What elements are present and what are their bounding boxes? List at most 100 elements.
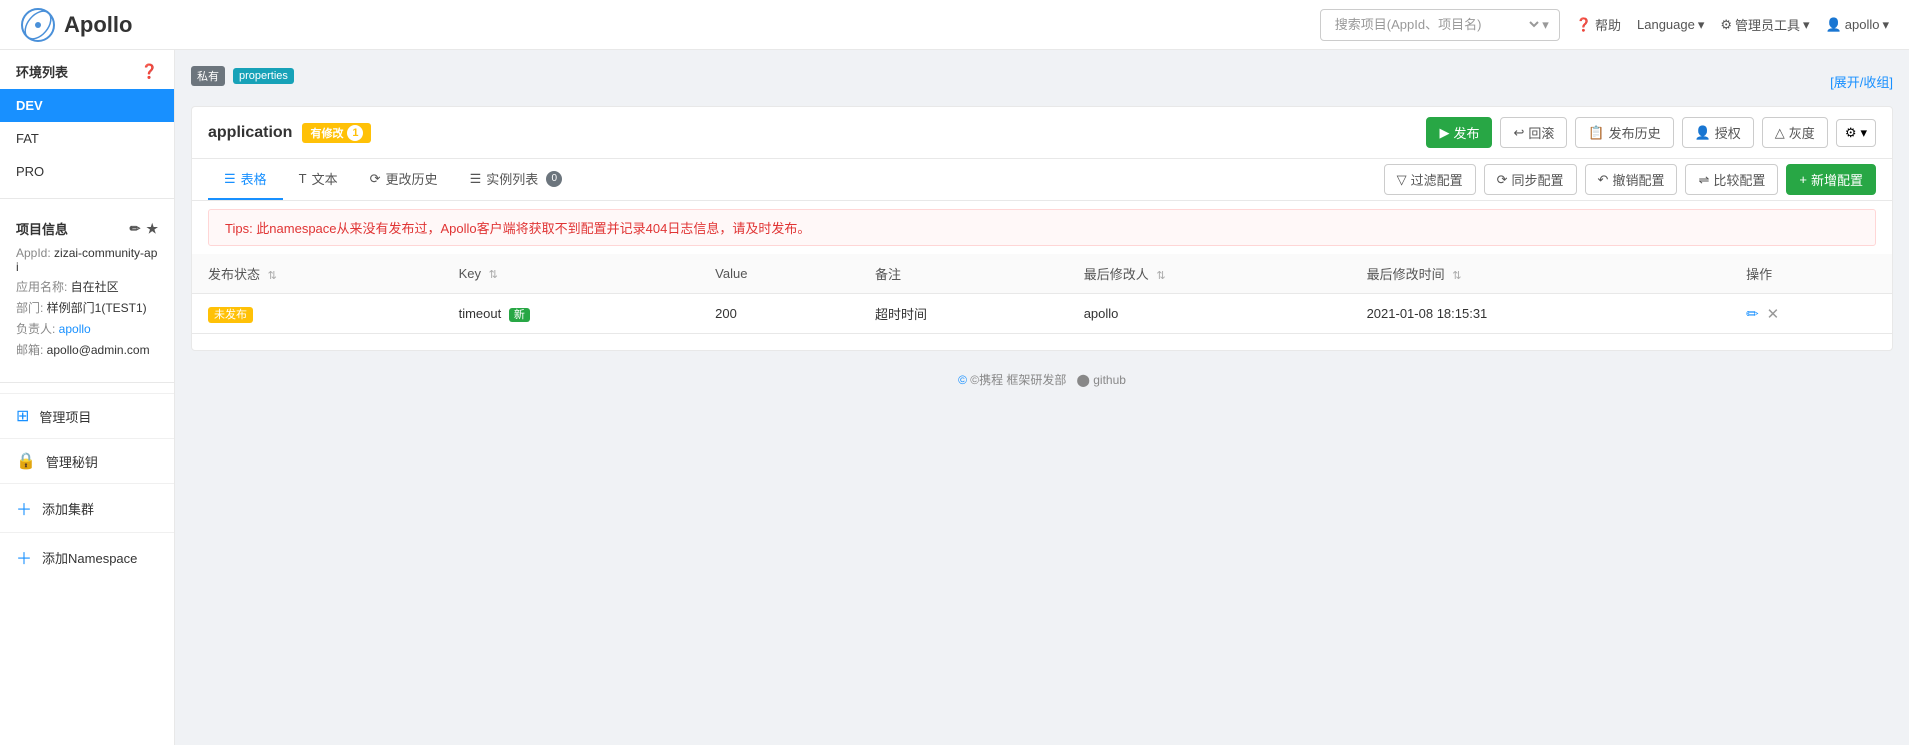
col-remark: 备注: [859, 254, 1068, 294]
admin-tools-dropdown-icon: ▾: [1803, 17, 1810, 33]
sort-modifier-icon: ⇅: [1156, 270, 1165, 282]
tips-bar: Tips: 此namespace从来没有发布过，Apollo客户端将获取不到配置…: [208, 209, 1876, 246]
app-block-actions: ▶ 发布 ↩ 回滚 📋 发布历史 👤 授权: [1426, 117, 1876, 148]
badge-private: 私有: [191, 66, 225, 86]
add-namespace-label: 添加Namespace: [42, 548, 137, 567]
instances-count-badge: 0: [546, 171, 562, 187]
manage-project-label: 管理项目: [39, 407, 91, 426]
sort-time-icon: ⇅: [1452, 270, 1461, 282]
apollo-logo: [20, 7, 56, 43]
table-tab-icon: ☰: [224, 171, 236, 187]
grayscale-button[interactable]: △ 灰度: [1762, 117, 1828, 148]
add-config-button[interactable]: + 新增配置: [1786, 164, 1876, 195]
rollback-icon: ↩: [1513, 125, 1524, 141]
sidebar-divider-2: [0, 382, 174, 383]
admin-tools-menu[interactable]: ⚙ 管理员工具 ▾: [1720, 15, 1809, 34]
app-block-title: application 有修改 1: [208, 123, 371, 143]
sidebar-item-manage-project[interactable]: ⊞ 管理项目: [0, 393, 174, 438]
instances-tab-icon: ☰: [470, 171, 482, 187]
sync-config-button[interactable]: ⟳ 同步配置: [1484, 164, 1577, 195]
footer-github: github: [1093, 373, 1126, 387]
add-namespace-icon: ＋: [16, 545, 32, 569]
env-list-section: 环境列表 ❓: [0, 50, 174, 89]
sidebar-item-add-namespace[interactable]: ＋ 添加Namespace: [0, 532, 174, 581]
env-help-icon[interactable]: ❓: [141, 63, 158, 80]
sort-status-icon: ⇅: [268, 270, 277, 282]
new-badge: 新: [509, 308, 530, 322]
edit-row-button[interactable]: ✏: [1746, 305, 1759, 323]
header-right: 搜索项目(AppId、项目名) ▾ ❓ 帮助 Language ▾ ⚙ 管理员工…: [1320, 9, 1889, 41]
github-icon: ⬤: [1076, 373, 1089, 387]
tab-table[interactable]: ☰ 表格: [208, 159, 283, 200]
main-layout: 环境列表 ❓ DEV FAT PRO 项目信息 ✏ ★ AppId: zizai…: [0, 50, 1909, 745]
revoke-config-button[interactable]: ↶ 撤销配置: [1585, 164, 1678, 195]
app-name: application: [208, 124, 292, 142]
status-unpublished-badge: 未发布: [208, 307, 253, 323]
language-menu[interactable]: Language ▾: [1637, 17, 1704, 33]
env-pro[interactable]: PRO: [0, 155, 174, 188]
info-appname: 应用名称: 自在社区: [16, 278, 158, 295]
search-select[interactable]: 搜索项目(AppId、项目名): [1331, 16, 1542, 33]
gear-button[interactable]: ⚙ ▾: [1836, 119, 1876, 147]
info-email: 邮箱: apollo@admin.com: [16, 341, 158, 358]
grid-icon: ⊞: [16, 406, 29, 426]
expand-collapse-btn[interactable]: [展开/收组]: [1830, 72, 1893, 91]
compare-config-button[interactable]: ⇌ 比较配置: [1685, 164, 1778, 195]
app-block-header: application 有修改 1 ▶ 发布 ↩ 回滚: [192, 107, 1892, 159]
tab-actions: ▽ 过滤配置 ⟳ 同步配置 ↶ 撤销配置 ⇌ 比较配置: [1384, 164, 1876, 195]
env-dev[interactable]: DEV: [0, 89, 174, 122]
help-link[interactable]: ❓ 帮助: [1576, 15, 1621, 34]
badge-properties: properties: [233, 68, 294, 84]
tab-instances[interactable]: ☰ 实例列表 0: [454, 159, 579, 200]
header-left: Apollo: [20, 7, 132, 43]
add-icon: +: [1799, 172, 1807, 187]
project-info-section: 项目信息 ✏ ★ AppId: zizai-community-api 应用名称…: [0, 209, 174, 372]
cell-value: 200: [699, 294, 859, 334]
revoke-icon: ↶: [1598, 172, 1609, 188]
sidebar-item-add-cluster[interactable]: ＋ 添加集群: [0, 483, 174, 532]
search-dropdown-icon: ▾: [1542, 17, 1549, 33]
main-content: 私有 properties [展开/收组] application 有修改 1 …: [175, 50, 1909, 745]
text-tab-icon: T: [299, 171, 307, 186]
tips-text: Tips: 此namespace从来没有发布过，Apollo客户端将获取不到配置…: [225, 221, 810, 236]
logo-text: Apollo: [64, 12, 132, 38]
env-fat[interactable]: FAT: [0, 122, 174, 155]
gear-icon: ⚙: [1845, 125, 1857, 141]
cell-key: timeout 新: [443, 294, 700, 334]
info-dept: 部门: 样例部门1(TEST1): [16, 299, 158, 316]
publish-icon: ▶: [1439, 125, 1449, 141]
authorize-button[interactable]: 👤 授权: [1682, 117, 1754, 148]
info-owner: 负责人: apollo: [16, 320, 158, 337]
star-project-icon[interactable]: ★: [146, 221, 158, 237]
grayscale-icon: △: [1775, 125, 1785, 141]
cell-modified-time: 2021-01-08 18:15:31: [1351, 294, 1730, 334]
tab-history[interactable]: ⟳ 更改历史: [354, 159, 454, 200]
compare-icon: ⇌: [1698, 172, 1709, 188]
sidebar-item-manage-secret[interactable]: 🔒 管理秘钥: [0, 438, 174, 483]
col-status: 发布状态 ⇅: [192, 254, 443, 294]
delete-row-button[interactable]: ✕: [1767, 305, 1780, 323]
footer-copyright: ©携程 框架研发部: [970, 373, 1066, 387]
sidebar-divider-1: [0, 198, 174, 199]
project-search[interactable]: 搜索项目(AppId、项目名) ▾: [1320, 9, 1560, 41]
add-cluster-icon: ＋: [16, 496, 32, 520]
edit-project-icon[interactable]: ✏: [129, 221, 140, 237]
user-menu[interactable]: 👤 apollo ▾: [1826, 17, 1889, 33]
authorize-icon: 👤: [1695, 125, 1711, 141]
add-cluster-label: 添加集群: [42, 499, 94, 518]
col-modifier: 最后修改人 ⇅: [1068, 254, 1351, 294]
tabs-bar: ☰ 表格 T 文本 ⟳ 更改历史 ☰ 实例列表 0: [192, 159, 1892, 201]
rollback-button[interactable]: ↩ 回滚: [1500, 117, 1567, 148]
filter-config-button[interactable]: ▽ 过滤配置: [1384, 164, 1476, 195]
project-info-actions: ✏ ★: [129, 221, 158, 237]
key-value: timeout: [459, 306, 502, 321]
publish-history-button[interactable]: 📋 发布历史: [1575, 117, 1673, 148]
col-actions: 操作: [1730, 254, 1892, 294]
tab-text[interactable]: T 文本: [283, 159, 354, 200]
col-value: Value: [699, 254, 859, 294]
publish-button[interactable]: ▶ 发布: [1426, 117, 1492, 148]
sidebar: 环境列表 ❓ DEV FAT PRO 项目信息 ✏ ★ AppId: zizai…: [0, 50, 175, 745]
sort-key-icon: ⇅: [489, 269, 498, 281]
cell-remark: 超时时间: [859, 294, 1068, 334]
app-block: application 有修改 1 ▶ 发布 ↩ 回滚: [191, 106, 1893, 351]
